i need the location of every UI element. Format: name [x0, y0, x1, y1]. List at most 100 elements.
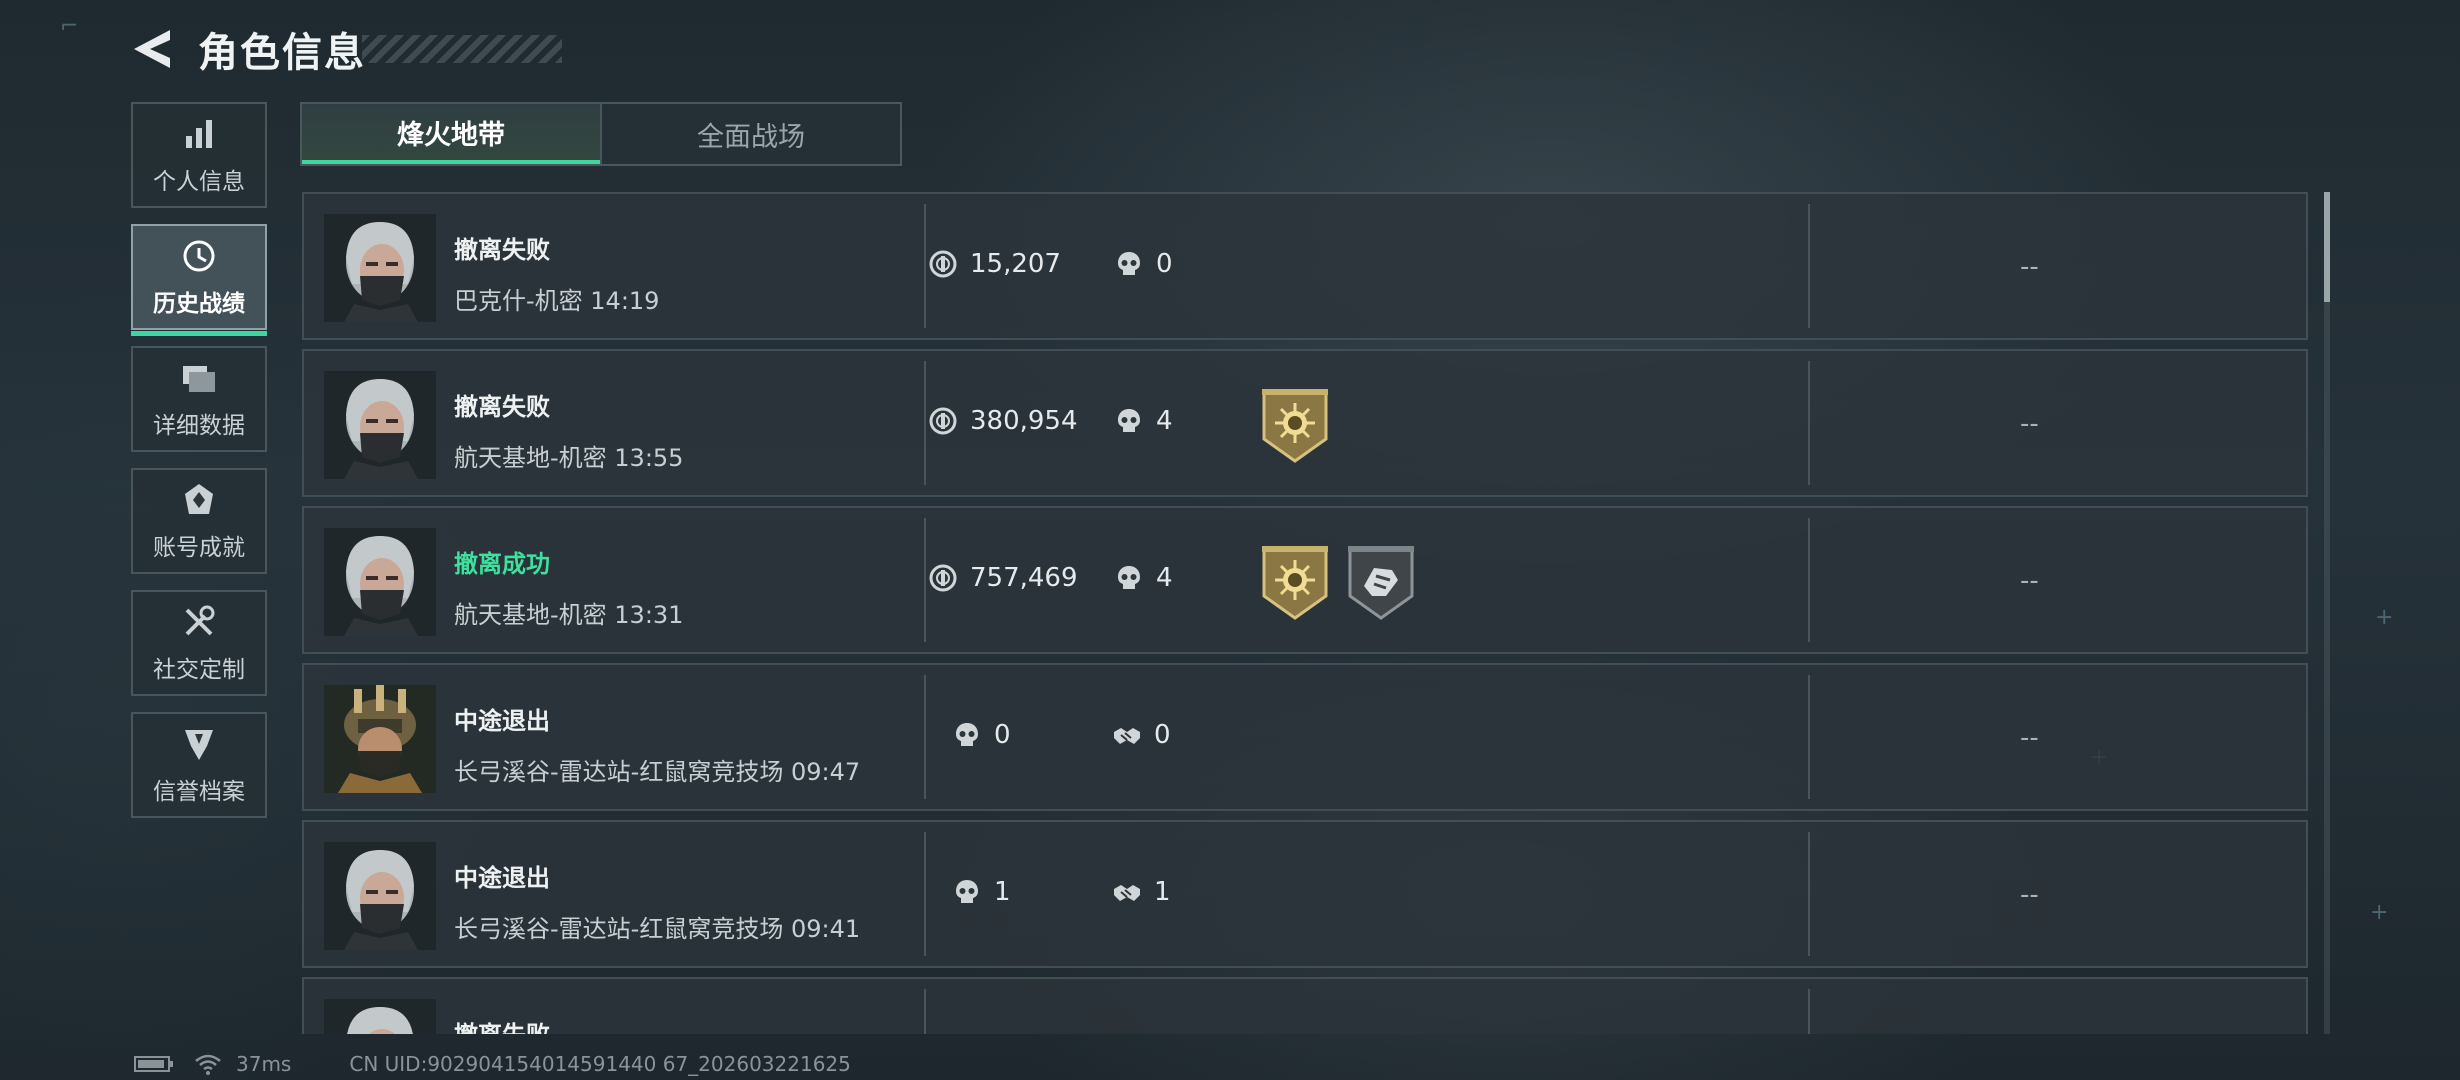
match-status: 中途退出: [454, 864, 550, 892]
bg-decoration: +: [2370, 900, 2389, 925]
sidebar-item-label: 账号成就: [153, 535, 245, 561]
kill-value: 0: [1156, 249, 1173, 279]
bg-decoration: +: [2375, 605, 2394, 630]
grey-hand-badge-icon[interactable]: [1346, 546, 1416, 620]
match-map-time: 巴克什-机密 14:19: [454, 287, 660, 315]
match-row[interactable]: 撤离失败: [302, 977, 2308, 1034]
coin-stat: 757,469: [928, 563, 1078, 593]
kill-stat: 4: [1114, 406, 1173, 436]
match-history-list[interactable]: 撤离失败 巴克什-机密 14:19 15,207 0 -- 撤离失败 航天基地-…: [302, 192, 2308, 1034]
skull-icon: [952, 720, 982, 750]
match-result: --: [2020, 252, 2039, 282]
operator-avatar: [324, 371, 436, 479]
match-status: 中途退出: [454, 707, 550, 735]
divider: [924, 989, 926, 1034]
match-status: 撤离失败: [454, 393, 550, 421]
bg-decoration: ⌐: [60, 14, 79, 39]
gold-sun-badge-icon[interactable]: [1260, 389, 1330, 463]
uid-text: CN UID:902904154014591440 67_20260322162…: [349, 1052, 851, 1076]
back-arrow-icon[interactable]: [130, 26, 174, 72]
handshake-icon: [1112, 877, 1142, 907]
coin-stat: 380,954: [928, 406, 1078, 436]
assist-stat: 1: [1112, 877, 1171, 907]
page-header: 角色信息: [130, 18, 562, 80]
sidebar: 个人信息 历史战绩 详细数据 账号成就 社交定制 信誉档案: [131, 102, 269, 834]
coin-value: 757,469: [970, 563, 1078, 593]
match-map-time: 航天基地-机密 13:31: [454, 601, 684, 629]
match-row[interactable]: 撤离失败 巴克什-机密 14:19 15,207 0 --: [302, 192, 2308, 340]
match-result: --: [2020, 723, 2039, 753]
divider: [924, 518, 926, 642]
operator-avatar: [324, 528, 436, 636]
kill-stat: 1: [952, 877, 1011, 907]
achievement-icon: [185, 484, 213, 514]
divider: [1808, 675, 1810, 799]
scrollbar-thumb[interactable]: [2324, 192, 2330, 302]
divider: [1808, 832, 1810, 956]
kill-stat: 4: [1114, 563, 1173, 593]
kill-value: 4: [1156, 406, 1173, 436]
match-map-time: 长弓溪谷-雷达站-红鼠窝竞技场 09:41: [454, 915, 861, 943]
tab-fenghuo[interactable]: 烽火地带: [302, 104, 600, 164]
gold-sun-badge-icon[interactable]: [1260, 546, 1330, 620]
list-scrollbar[interactable]: [2324, 192, 2330, 1034]
sidebar-item-achievements[interactable]: 账号成就: [131, 468, 267, 574]
divider: [1808, 989, 1810, 1034]
match-status: 撤离失败: [454, 236, 550, 264]
coin-icon: [928, 563, 958, 593]
ping-value: 37ms: [236, 1052, 292, 1076]
battery-icon: [134, 1056, 173, 1072]
bar-chart-icon: [186, 120, 212, 148]
sidebar-item-social-custom[interactable]: 社交定制: [131, 590, 267, 696]
operator-avatar: [324, 214, 436, 322]
divider: [1808, 204, 1810, 328]
match-status: 撤离成功: [454, 550, 550, 578]
match-status: 撤离失败: [454, 1015, 550, 1034]
match-row[interactable]: 中途退出 长弓溪谷-雷达站-红鼠窝竞技场 09:41 1 1 --: [302, 820, 2308, 968]
sidebar-item-personal-info[interactable]: 个人信息: [131, 102, 267, 208]
coin-stat: 15,207: [928, 249, 1061, 279]
sidebar-item-label: 个人信息: [153, 169, 245, 195]
skull-icon: [1114, 563, 1144, 593]
coin-value: 380,954: [970, 406, 1078, 436]
sidebar-item-label: 社交定制: [153, 657, 245, 683]
mode-tabs: 烽火地带 全面战场: [300, 102, 902, 166]
sidebar-item-label: 历史战绩: [153, 291, 245, 317]
assist-stat: 0: [1112, 720, 1171, 750]
divider: [924, 361, 926, 485]
operator-avatar: [324, 999, 436, 1034]
sidebar-item-detailed-data[interactable]: 详细数据: [131, 346, 267, 452]
match-map-time: 航天基地-机密 13:55: [454, 444, 684, 472]
match-result: --: [2020, 566, 2039, 596]
tab-quanmian[interactable]: 全面战场: [600, 104, 900, 164]
status-footer: 37ms CN UID:902904154014591440 67_202603…: [134, 1052, 851, 1076]
handshake-icon: [1112, 720, 1142, 750]
sidebar-item-label: 信誉档案: [153, 779, 245, 805]
kill-stat: 0: [952, 720, 1011, 750]
sidebar-item-label: 详细数据: [153, 413, 245, 439]
kill-value: 1: [994, 877, 1011, 907]
coin-icon: [928, 249, 958, 279]
folders-icon: [183, 366, 215, 392]
skull-icon: [952, 877, 982, 907]
divider: [924, 675, 926, 799]
wifi-icon: [195, 1054, 221, 1075]
coin-value: 15,207: [970, 249, 1061, 279]
sidebar-item-credit-record[interactable]: 信誉档案: [131, 712, 267, 818]
divider: [924, 204, 926, 328]
match-row[interactable]: 撤离失败 航天基地-机密 13:55 380,954 4 --: [302, 349, 2308, 497]
kill-value: 4: [1156, 563, 1173, 593]
page-title: 角色信息: [198, 30, 366, 76]
history-clock-icon: [183, 240, 215, 272]
skull-icon: [1114, 406, 1144, 436]
match-result: --: [2020, 409, 2039, 439]
match-map-time: 长弓溪谷-雷达站-红鼠窝竞技场 09:47: [454, 758, 861, 786]
title-decoration: [362, 35, 562, 63]
kill-stat: 0: [1114, 249, 1173, 279]
match-row[interactable]: 中途退出 长弓溪谷-雷达站-红鼠窝竞技场 09:47 0 0 --: [302, 663, 2308, 811]
match-row[interactable]: 撤离成功 航天基地-机密 13:31 757,469 4 --: [302, 506, 2308, 654]
skull-icon: [1114, 249, 1144, 279]
divider: [1808, 361, 1810, 485]
sidebar-item-history[interactable]: 历史战绩: [131, 224, 267, 336]
match-result: --: [2020, 880, 2039, 910]
